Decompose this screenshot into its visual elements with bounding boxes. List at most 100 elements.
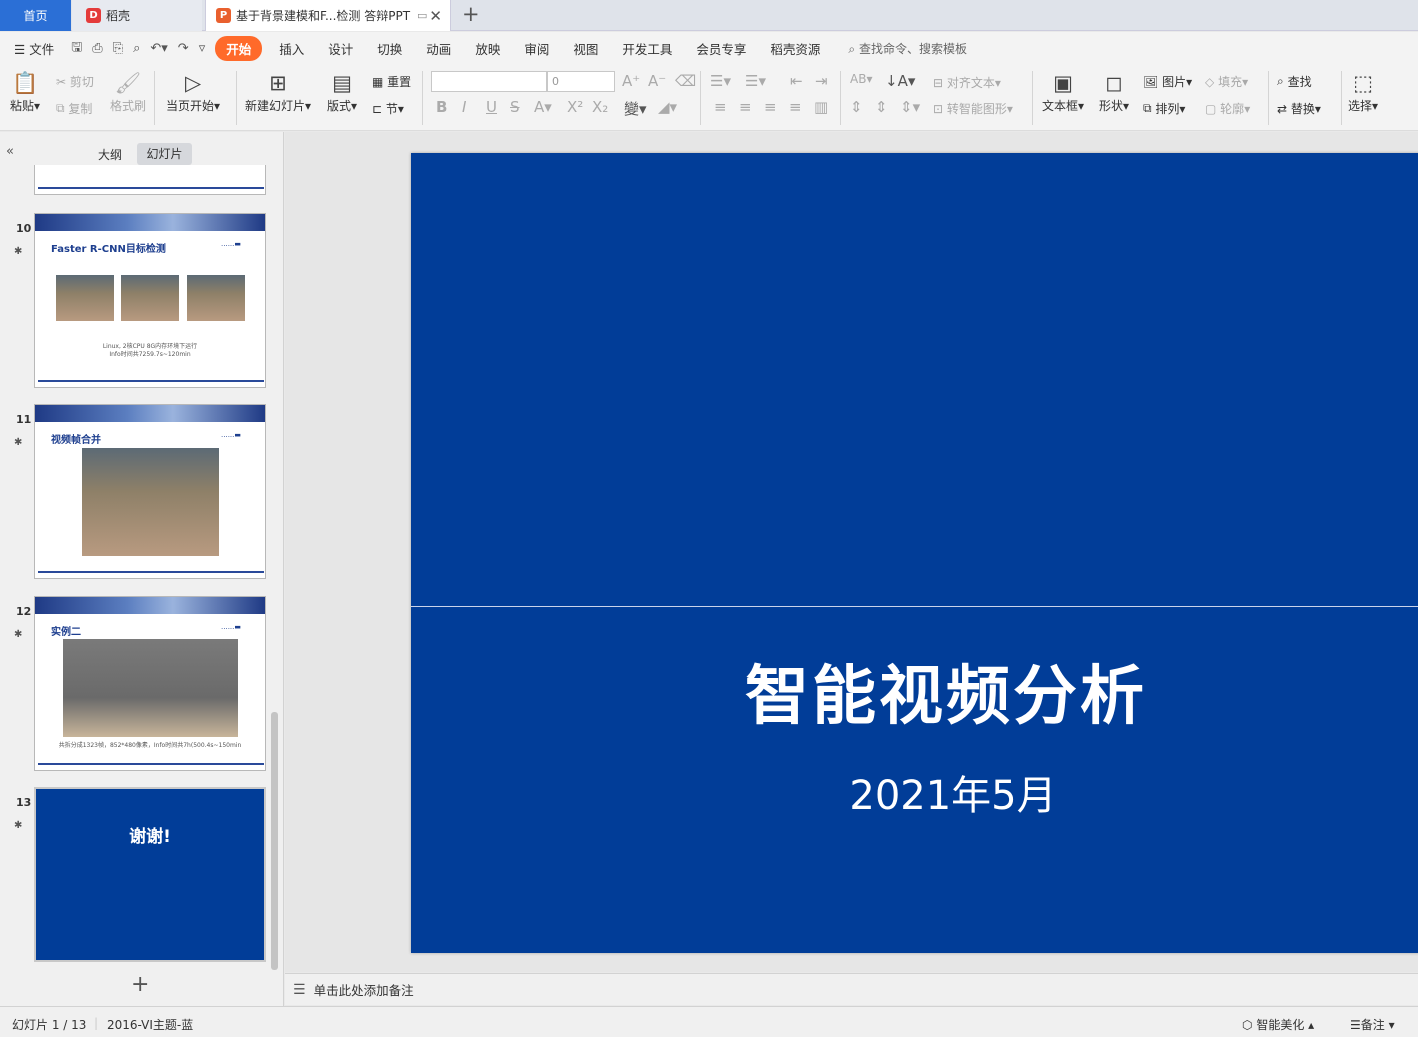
- menu-animation[interactable]: 动画: [414, 39, 463, 58]
- arrange-label: 排列: [1155, 102, 1180, 116]
- animation-star-icon[interactable]: ✱: [14, 246, 22, 257]
- outline-view-tab[interactable]: 大纲: [98, 146, 122, 163]
- replace-button[interactable]: ⇄ 替换 ▾: [1277, 100, 1321, 117]
- menu-daoke-resources[interactable]: 稻壳资源: [758, 39, 832, 58]
- underline-icon[interactable]: U: [486, 98, 497, 116]
- slide-thumbnail-10[interactable]: Faster R-CNN目标检测 ......▬ Linux, 2核CPU 8G…: [34, 213, 266, 388]
- outline-button[interactable]: ▢ 轮廓 ▾: [1205, 100, 1250, 117]
- strikethrough-icon[interactable]: S: [510, 98, 520, 116]
- quick-access-dropdown-icon[interactable]: ▿: [194, 41, 211, 56]
- start-from-current-button[interactable]: ▷ 当页开始▾: [166, 69, 220, 114]
- highlight-icon[interactable]: ◢▾: [658, 98, 677, 116]
- display-icon[interactable]: ▭: [417, 9, 427, 22]
- current-slide[interactable]: 智能视频分析 2021年5月: [411, 153, 1418, 953]
- smart-beautify-button[interactable]: ⬡ 智能美化 ▴: [1242, 1016, 1314, 1033]
- slide-thumbnail-9[interactable]: [34, 165, 266, 195]
- find-button[interactable]: ⌕ 查找: [1277, 73, 1312, 90]
- paragraph-spacing-icon[interactable]: ⇕: [875, 98, 888, 116]
- tab-document[interactable]: P 基于背景建模和F...检测 答辩PPT ▭ ✕: [205, 0, 451, 31]
- close-tab-icon[interactable]: ✕: [429, 7, 442, 25]
- picture-button[interactable]: 🖼 图片 ▾: [1143, 73, 1192, 90]
- font-size-dropdown[interactable]: 0: [547, 71, 615, 92]
- menu-transition[interactable]: 切换: [365, 39, 414, 58]
- distribute-icon[interactable]: ▥: [814, 98, 828, 116]
- sort-direction-icon[interactable]: ↓A▾: [885, 72, 915, 90]
- panel-scrollbar[interactable]: [271, 712, 278, 970]
- superscript-icon[interactable]: X²: [567, 98, 583, 116]
- convert-smartart-button[interactable]: ⊡ 转智能图形 ▾: [933, 100, 1013, 117]
- line-spacing-icon[interactable]: ⇕: [850, 98, 863, 116]
- file-menu[interactable]: ☰ 文件: [0, 39, 66, 58]
- bold-icon[interactable]: B: [436, 98, 447, 116]
- menu-member[interactable]: 会员专享: [684, 39, 758, 58]
- subscript-icon[interactable]: X₂: [592, 98, 608, 116]
- shape-button[interactable]: ◻ 形状▾: [1099, 69, 1129, 114]
- increase-indent-icon[interactable]: ⇥: [815, 72, 828, 90]
- theme-name[interactable]: 2016-VI主题-蓝: [107, 1016, 193, 1033]
- menu-review[interactable]: 审阅: [512, 39, 561, 58]
- decrease-indent-icon[interactable]: ⇤: [790, 72, 803, 90]
- align-right-icon[interactable]: ≡: [764, 98, 777, 116]
- new-slide-button[interactable]: ⊞ 新建幻灯片▾: [245, 69, 311, 114]
- increase-font-icon[interactable]: A⁺: [622, 72, 640, 90]
- notes-toggle-button[interactable]: ☰备注 ▾: [1350, 1016, 1395, 1033]
- align-left-icon[interactable]: ≡: [714, 98, 727, 116]
- command-search[interactable]: ⌕ 查找命令、搜索模板: [848, 40, 967, 57]
- cut-button[interactable]: ✂ 剪切: [56, 73, 94, 90]
- slides-view-tab[interactable]: 幻灯片: [137, 143, 192, 165]
- new-tab-button[interactable]: +: [462, 2, 480, 26]
- menu-home[interactable]: 开始: [215, 36, 263, 61]
- tab-daoke[interactable]: D 稻壳: [72, 0, 202, 31]
- decrease-font-icon[interactable]: A⁻: [648, 72, 666, 90]
- menu-design[interactable]: 设计: [316, 39, 365, 58]
- layout-button[interactable]: ▤ 版式▾: [327, 69, 357, 114]
- animation-star-icon[interactable]: ✱: [14, 820, 22, 831]
- arrange-button[interactable]: ⧉ 排列 ▾: [1143, 100, 1185, 117]
- textbox-button[interactable]: ▣ 文本框▾: [1042, 69, 1084, 114]
- align-center-icon[interactable]: ≡: [739, 98, 752, 116]
- undo-icon[interactable]: ↶▾: [145, 41, 172, 56]
- menu-slideshow[interactable]: 放映: [463, 39, 512, 58]
- collapse-panel-icon[interactable]: «: [6, 144, 14, 159]
- animation-star-icon[interactable]: ✱: [14, 629, 22, 640]
- copy-button[interactable]: ⧉ 复制: [56, 100, 92, 117]
- bullets-icon[interactable]: ☰▾: [710, 72, 731, 90]
- reset-button[interactable]: ▦ 重置: [372, 73, 411, 90]
- slide-thumbnail-13[interactable]: 谢谢!: [34, 787, 266, 962]
- menu-insert[interactable]: 插入: [267, 39, 316, 58]
- outline-icon: ▢: [1205, 101, 1217, 116]
- font-color-icon[interactable]: A▾: [534, 98, 552, 116]
- numbering-icon[interactable]: ☰▾: [745, 72, 766, 90]
- search-icon: ⌕: [848, 42, 856, 56]
- section-button[interactable]: ⊏ 节 ▾: [372, 100, 404, 117]
- justify-icon[interactable]: ≡: [789, 98, 802, 116]
- notes-pane[interactable]: ☰ 单击此处添加备注: [285, 973, 1418, 1005]
- fill-button[interactable]: ◇ 填充 ▾: [1205, 73, 1248, 90]
- italic-icon[interactable]: I: [462, 98, 466, 116]
- select-button[interactable]: ⬚ 选择▾: [1348, 69, 1378, 114]
- slide-thumbnail-11[interactable]: 视频帧合并 ......▬: [34, 404, 266, 579]
- slide-divider-line: [411, 606, 1418, 607]
- redo-icon[interactable]: ↷: [173, 41, 194, 56]
- phonetic-icon[interactable]: 變▾: [624, 98, 647, 119]
- notes-toggle-icon: ☰: [1350, 1018, 1361, 1032]
- slide-thumbnail-12[interactable]: 实例二 ......▬ 共拆分成1323帧，852*480像素，Info时间共7…: [34, 596, 266, 771]
- add-slide-button[interactable]: +: [131, 972, 149, 997]
- print-icon[interactable]: ⎘: [108, 41, 128, 56]
- slide-subtitle[interactable]: 2021年5月: [411, 763, 1418, 821]
- format-painter-button[interactable]: 🖌 格式刷: [110, 69, 146, 114]
- spacing-options-icon[interactable]: ⇕▾: [900, 98, 920, 116]
- animation-star-icon[interactable]: ✱: [14, 437, 22, 448]
- preview-icon[interactable]: ⌕: [128, 41, 145, 56]
- export-pdf-icon[interactable]: ⎙: [87, 41, 107, 56]
- slide-title[interactable]: 智能视频分析: [411, 645, 1418, 737]
- menu-developer[interactable]: 开发工具: [610, 39, 684, 58]
- menu-view[interactable]: 视图: [561, 39, 610, 58]
- align-text-button[interactable]: ⊟ 对齐文本 ▾: [933, 74, 1001, 91]
- text-direction-icon[interactable]: AB▾: [850, 72, 872, 86]
- clear-format-icon[interactable]: ⌫: [675, 72, 696, 90]
- tab-home[interactable]: 首页: [0, 0, 71, 31]
- save-icon[interactable]: 🖫: [66, 38, 87, 60]
- font-family-dropdown[interactable]: [431, 71, 547, 92]
- paste-button[interactable]: 📋 粘贴▾: [10, 69, 40, 114]
